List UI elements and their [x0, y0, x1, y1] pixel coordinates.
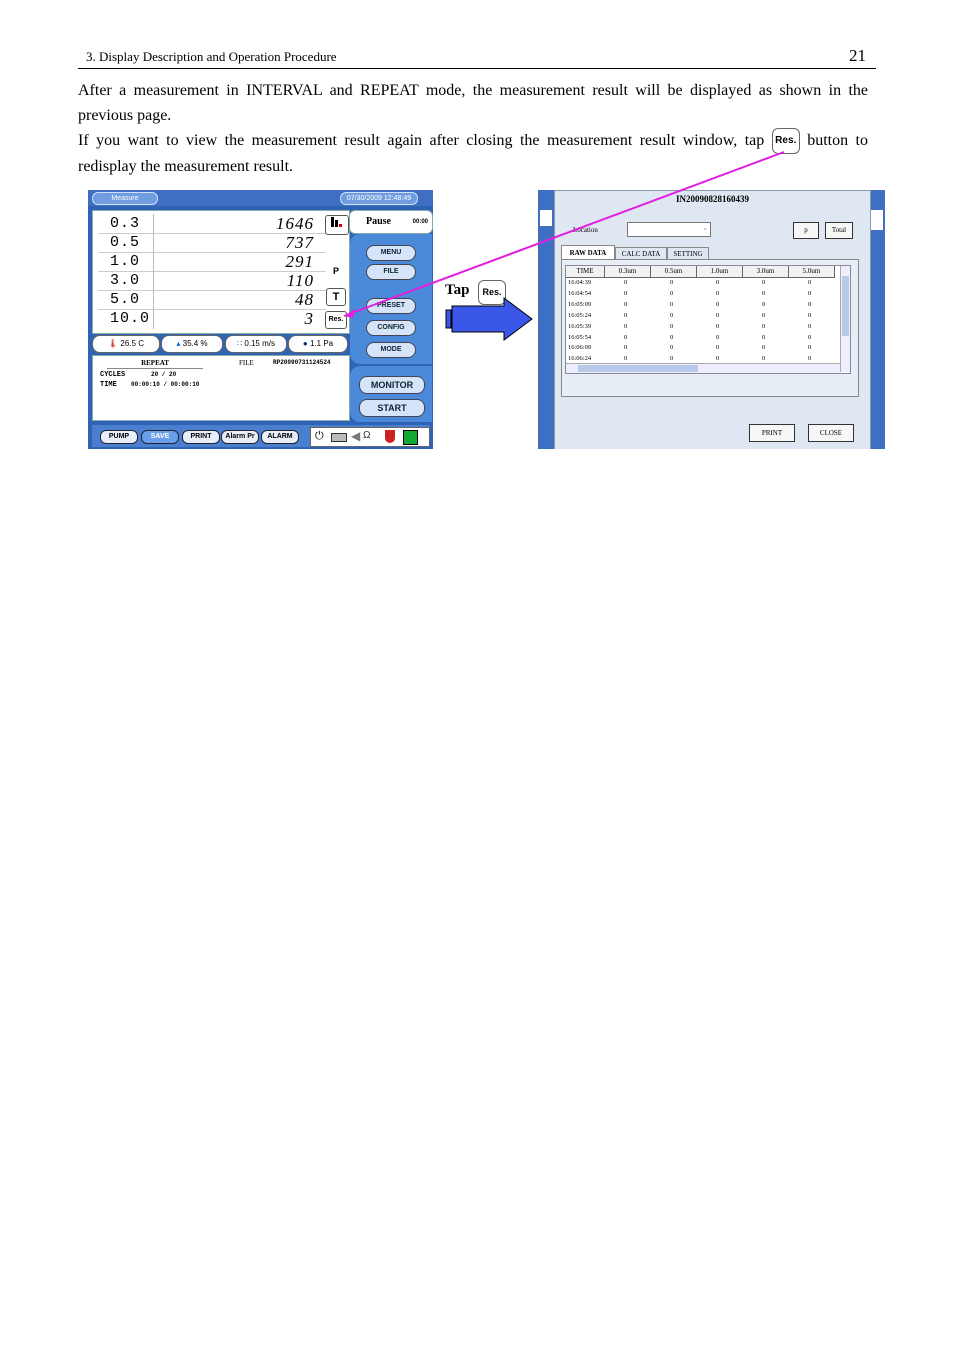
pointer-line: [343, 151, 785, 318]
